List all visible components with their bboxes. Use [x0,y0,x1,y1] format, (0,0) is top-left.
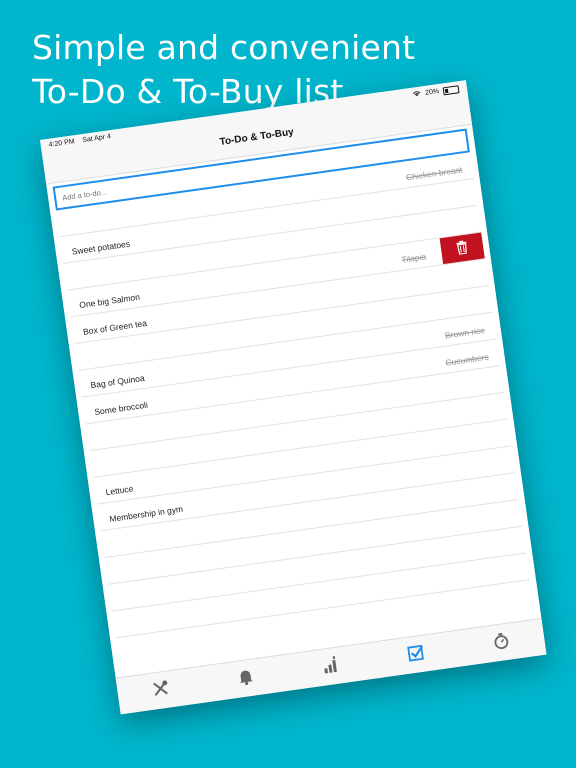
trash-icon [455,240,469,258]
tablet-screen: 4:20 PM Sat Apr 4 20% To-Do & To-Buy Chi… [40,80,547,715]
todo-list: Chicken breast Sweet potatoes One big Sa… [46,124,536,639]
tobuy-item-done[interactable]: Cucumbers [445,352,489,368]
tobuy-item-done[interactable]: Brown rice [444,325,485,340]
tobuy-item-done[interactable]: Chicken breast [405,165,463,183]
todo-item[interactable]: Some broccoli [94,400,149,417]
tab-timer[interactable] [485,629,518,657]
status-date: Sat Apr 4 [81,133,112,145]
tab-stats[interactable] [315,653,348,681]
tab-todo[interactable] [400,641,433,669]
chart-bars-icon [321,654,342,679]
status-time: 4:20 PM [48,138,76,149]
stopwatch-icon [491,630,512,655]
todo-item[interactable]: Bag of Quinoa [90,373,145,390]
todo-item[interactable]: Lettuce [105,483,134,497]
utensils-icon [150,678,171,703]
bell-icon [236,666,255,691]
battery-icon [442,84,460,95]
wifi-icon [412,90,422,100]
battery-percent: 20% [424,88,440,97]
tobuy-item-done[interactable]: Tilapia [401,251,427,264]
tab-bar [115,617,547,715]
todo-item[interactable]: Sweet potatoes [71,239,130,257]
todo-item[interactable]: One big Salmon [79,292,141,310]
todo-item[interactable]: Box of Green tea [82,318,147,337]
headline-line-1: Simple and convenient [32,28,416,67]
tab-meals[interactable] [144,677,177,705]
checkbox-icon [406,642,427,667]
tab-reminders[interactable] [229,665,262,693]
